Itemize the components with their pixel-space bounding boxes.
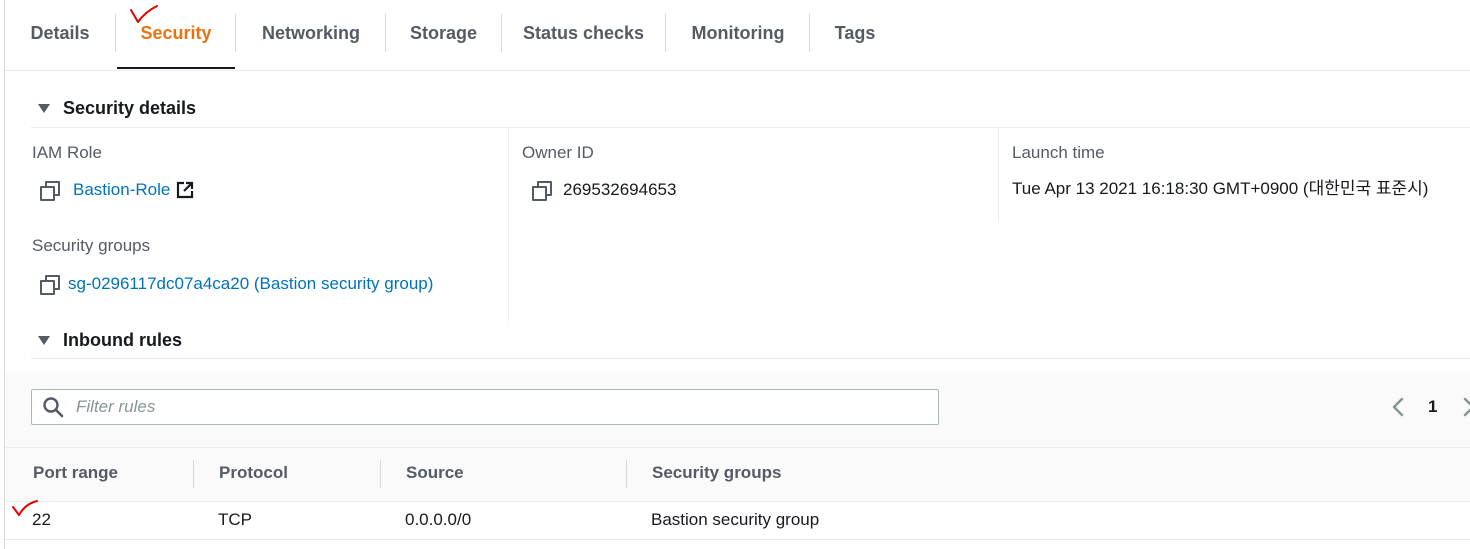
copy-icon[interactable] (532, 181, 552, 201)
column-divider (380, 460, 381, 488)
security-details-toggle[interactable]: Security details (35, 98, 196, 119)
security-group-link[interactable]: sg-0296117dc07a4ca20 (Bastion security g… (68, 274, 433, 294)
iam-role-value: Bastion-Role (40, 180, 194, 201)
column-divider (998, 128, 999, 222)
security-groups-label: Security groups (32, 236, 151, 255)
section-divider (31, 358, 1470, 359)
tab-divider (115, 14, 116, 52)
inbound-rules-toggle[interactable]: Inbound rules (35, 330, 182, 351)
launch-time-value: Tue Apr 13 2021 16:18:30 GMT+0900 (대한민국 … (1012, 179, 1429, 198)
caret-down-icon (38, 336, 50, 345)
column-divider (508, 128, 509, 321)
owner-id-label: Owner ID (522, 143, 594, 162)
row-divider (5, 539, 1470, 540)
copy-icon[interactable] (40, 181, 60, 201)
previous-page-icon[interactable] (1388, 395, 1408, 419)
next-page-icon[interactable] (1462, 395, 1470, 419)
cell-source: 0.0.0.0/0 (405, 510, 472, 529)
tab-details[interactable]: Details (5, 0, 115, 66)
tab-monitoring[interactable]: Monitoring (666, 0, 810, 66)
column-header-source[interactable]: Source (406, 463, 464, 483)
launch-time-label: Launch time (1012, 143, 1105, 162)
security-groups-value: sg-0296117dc07a4ca20 (Bastion security g… (40, 274, 433, 295)
tab-networking[interactable]: Networking (236, 0, 386, 66)
filter-rules-input[interactable] (31, 389, 939, 425)
instance-tabs: Details Security Networking Storage Stat… (5, 0, 1470, 71)
iam-role-label: IAM Role (32, 143, 102, 162)
filter-rules-field[interactable] (74, 391, 898, 423)
column-header-port-range[interactable]: Port range (33, 463, 118, 483)
tab-status-checks[interactable]: Status checks (502, 0, 665, 66)
copy-icon[interactable] (40, 275, 60, 295)
annotation-checkmark (130, 5, 158, 23)
page-number[interactable]: 1 (1428, 397, 1437, 417)
security-details-title: Security details (63, 98, 197, 118)
iam-role-link[interactable]: Bastion-Role (73, 180, 170, 200)
column-divider (626, 460, 627, 488)
search-icon (43, 397, 64, 418)
cell-protocol: TCP (218, 510, 252, 529)
inbound-rules-title: Inbound rules (63, 330, 182, 350)
tab-tags[interactable]: Tags (810, 0, 900, 66)
section-divider (31, 127, 1470, 128)
column-header-security-groups[interactable]: Security groups (652, 463, 781, 483)
tab-storage[interactable]: Storage (386, 0, 501, 66)
column-divider (193, 460, 194, 488)
annotation-checkmark (12, 500, 38, 516)
caret-down-icon (38, 104, 50, 113)
owner-id-value: 269532694653 (532, 180, 677, 201)
external-link-icon[interactable] (176, 181, 194, 199)
owner-id-text: 269532694653 (563, 180, 677, 199)
cell-security-groups: Bastion security group (651, 510, 820, 529)
column-header-protocol[interactable]: Protocol (219, 463, 288, 483)
